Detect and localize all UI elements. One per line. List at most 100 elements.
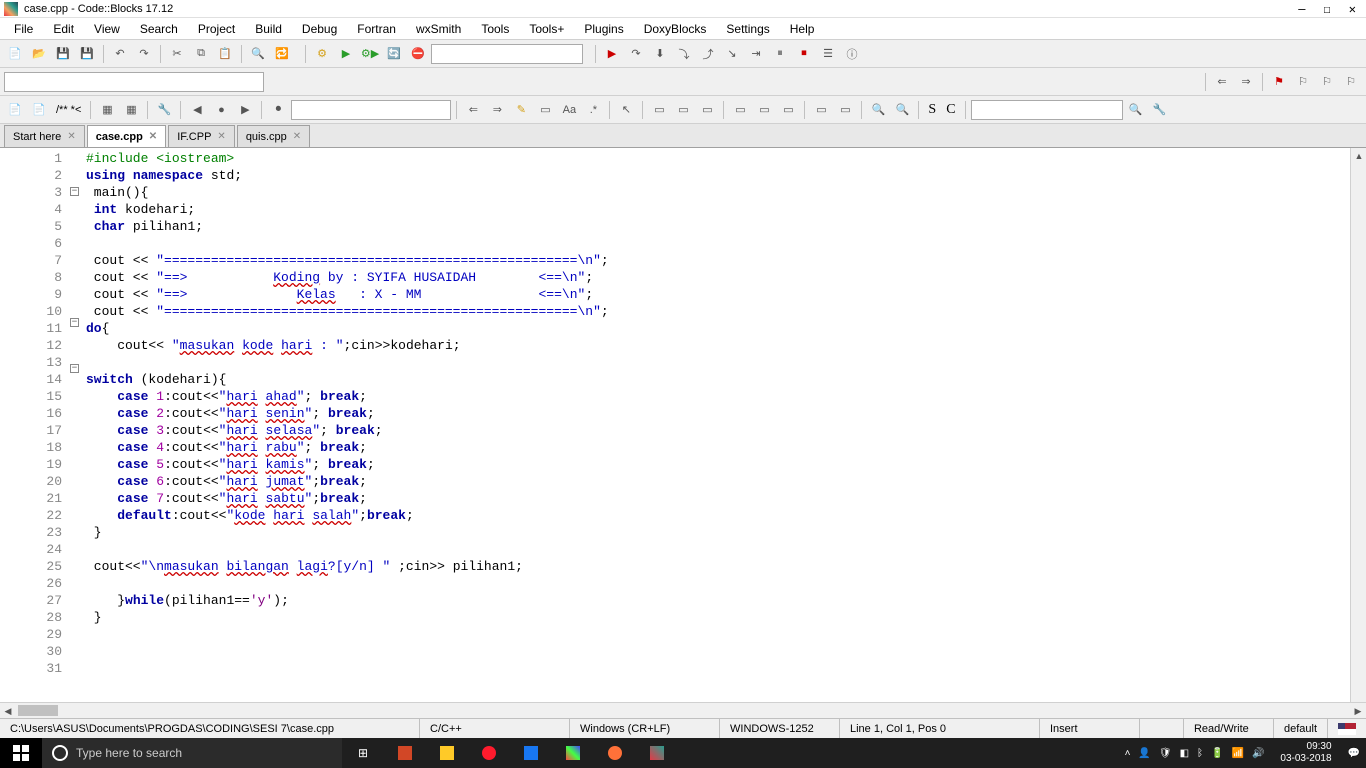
letter-c[interactable]: C [942,102,959,118]
status-language[interactable]: C/C++ [420,719,570,738]
notifications-icon[interactable]: 💬 [1348,748,1360,759]
tab-quis-cpp[interactable]: quis.cpp✕ [237,125,310,147]
taskbar-paint-icon[interactable] [552,738,594,768]
debug-step-into-icon[interactable]: ⤵ [673,43,695,65]
nav-fwd-icon[interactable]: ▶ [234,99,256,121]
bookmark-clear-icon[interactable]: ⚐ [1340,71,1362,93]
taskbar-search[interactable]: Type here to search [42,738,342,768]
debug-windows-icon[interactable]: ☰ [817,43,839,65]
comment-token[interactable]: /** *< [52,104,85,116]
arrow-right-icon[interactable]: ⇒ [486,99,508,121]
start-button[interactable] [0,738,42,768]
tray-battery-icon[interactable]: 🔋 [1211,748,1223,759]
system-tray[interactable]: ˄ 👤 🛡 ◧ ᛒ 🔋 📶 🔊 09:30 03-03-2018 💬 [1119,741,1366,765]
box3-icon[interactable]: ▭ [696,99,718,121]
debug-next-icon[interactable]: ↘ [721,43,743,65]
fold-gutter[interactable]: − − − [70,148,86,702]
editor-area[interactable]: 1234567891011121314151617181920212223242… [0,148,1366,702]
doxy2-icon[interactable]: 📄 [28,99,50,121]
tab-case-cpp[interactable]: case.cpp✕ [87,125,166,147]
menu-search[interactable]: Search [130,20,188,38]
taskbar-codeblocks-icon[interactable] [636,738,678,768]
highlight-icon[interactable]: ✎ [510,99,532,121]
close-button[interactable]: ✕ [1349,2,1356,16]
text-icon[interactable]: ▭ [534,99,556,121]
scroll-right-icon[interactable]: ▶ [1350,703,1366,719]
new-file-icon[interactable]: 📄 [4,43,26,65]
box5-icon[interactable]: ▭ [753,99,775,121]
minimize-button[interactable]: — [1298,2,1305,16]
status-scheme[interactable]: default [1274,719,1328,738]
jump-fwd-icon[interactable]: ⇒ [1235,71,1257,93]
debug-step-icon[interactable]: ⬇ [649,43,671,65]
arrow-left-icon[interactable]: ⇐ [462,99,484,121]
scroll-thumb[interactable] [18,705,58,716]
nav-combo[interactable] [291,100,451,120]
status-eol[interactable]: Windows (CR+LF) [570,719,720,738]
menu-settings[interactable]: Settings [716,20,779,38]
letter-s[interactable]: S [924,102,940,118]
redo-icon[interactable]: ↷ [133,43,155,65]
fold-toggle-icon[interactable]: − [70,187,79,196]
menu-project[interactable]: Project [188,20,245,38]
jump-back-icon[interactable]: ⇐ [1211,71,1233,93]
menu-toolsplus[interactable]: Tools+ [519,20,574,38]
tray-chevron-icon[interactable]: ˄ [1125,748,1131,759]
tab-close-icon[interactable]: ✕ [67,131,75,142]
task-view-icon[interactable]: ⊞ [342,738,384,768]
menu-build[interactable]: Build [245,20,292,38]
tray-volume-icon[interactable]: 🔊 [1252,748,1264,759]
menu-doxyblocks[interactable]: DoxyBlocks [634,20,717,38]
debug-run-icon[interactable]: ▶ [601,43,623,65]
taskbar-facebook-icon[interactable] [510,738,552,768]
menu-help[interactable]: Help [780,20,825,38]
status-insert-mode[interactable]: Insert [1040,719,1140,738]
nav-stop-icon[interactable]: ● [210,99,232,121]
nav-back-icon[interactable]: ◀ [186,99,208,121]
zoom-out-icon[interactable]: 🔍 [891,99,913,121]
search-symbol-icon[interactable]: 🔍 [1125,99,1147,121]
replace-icon[interactable]: 🔁 [271,43,293,65]
box1-icon[interactable]: ▭ [648,99,670,121]
box2-icon[interactable]: ▭ [672,99,694,121]
record-icon[interactable]: ⏺ [267,99,289,121]
debug-break-icon[interactable]: ⏸ [769,43,791,65]
horizontal-scrollbar[interactable]: ◀ ▶ [0,702,1366,718]
fold-toggle-icon[interactable]: − [70,364,79,373]
case-icon[interactable]: Aa [558,99,580,121]
fold-toggle-icon[interactable]: − [70,318,79,327]
debug-step-out-icon[interactable]: ⤴ [697,43,719,65]
tray-bluetooth-icon[interactable]: ᛒ [1197,748,1203,759]
tray-wifi-icon[interactable]: 📶 [1231,748,1243,759]
copy-icon[interactable]: ⧉ [190,43,212,65]
box6-icon[interactable]: ▭ [777,99,799,121]
menu-view[interactable]: View [84,20,130,38]
code-content[interactable]: #include <iostream>using namespace std; … [86,148,1366,702]
menu-tools[interactable]: Tools [471,20,519,38]
taskbar-firefox-icon[interactable] [594,738,636,768]
abort-icon[interactable]: ⛔ [407,43,429,65]
open-file-icon[interactable]: 📂 [28,43,50,65]
doxy1-icon[interactable]: 📄 [4,99,26,121]
save-icon[interactable]: 💾 [52,43,74,65]
menu-fortran[interactable]: Fortran [347,20,406,38]
scope-combo[interactable] [4,72,264,92]
status-flag[interactable] [1328,719,1366,738]
doxy-html-icon[interactable]: ▦ [120,99,142,121]
tray-app-icon[interactable]: ◧ [1180,748,1189,759]
pointer-icon[interactable]: ↖ [615,99,637,121]
bookmark-next-icon[interactable]: ⚐ [1316,71,1338,93]
find-icon[interactable]: 🔍 [247,43,269,65]
scroll-left-icon[interactable]: ◀ [0,703,16,719]
box8-icon[interactable]: ▭ [834,99,856,121]
vertical-scrollbar[interactable]: ▲ [1350,148,1366,702]
build-run-icon[interactable]: ⚙▶ [359,43,381,65]
tab-close-icon[interactable]: ✕ [293,131,301,142]
doxy-run-icon[interactable]: ▦ [96,99,118,121]
cut-icon[interactable]: ✂ [166,43,188,65]
tab-start-here[interactable]: Start here✕ [4,125,85,147]
save-all-icon[interactable]: 💾 [76,43,98,65]
menu-debug[interactable]: Debug [292,20,347,38]
menu-file[interactable]: File [4,20,43,38]
taskbar-opera-icon[interactable] [468,738,510,768]
